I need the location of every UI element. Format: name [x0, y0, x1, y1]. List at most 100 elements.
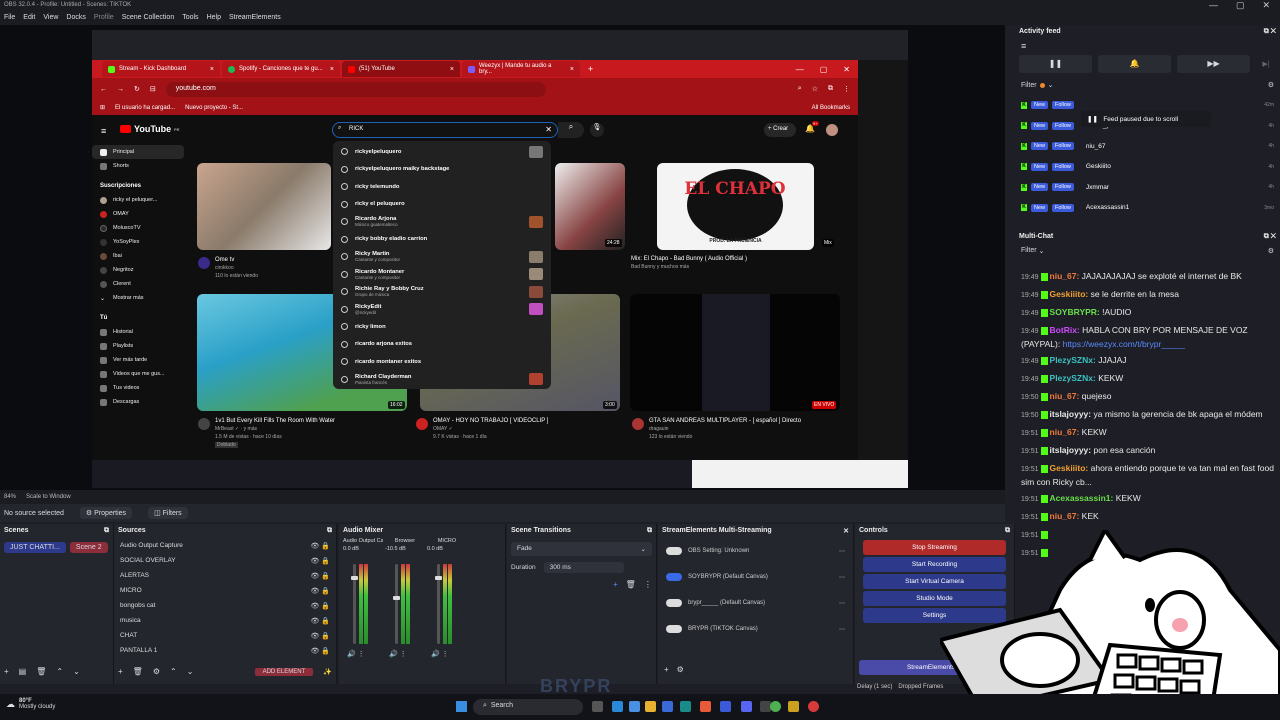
video-channel[interactable]: OMAY ✓: [433, 426, 613, 432]
magic-icon[interactable]: ✨: [323, 668, 332, 676]
suggestion-item[interactable]: ricky telemundo: [333, 178, 551, 196]
activity-item[interactable]: K New Follow Acexassassin1 3mo: [1015, 198, 1280, 219]
chat-username[interactable]: Geskiiito:: [1050, 463, 1089, 473]
source-item[interactable]: musica 👁 🔒: [114, 613, 336, 628]
clear-search-icon[interactable]: ✕: [545, 125, 552, 134]
multistream-target[interactable]: brypr_____ (Default Canvas) ⋯: [658, 590, 853, 616]
reload-icon[interactable]: ↻: [134, 85, 140, 93]
gear-icon[interactable]: ⚙: [1268, 247, 1274, 255]
close-icon[interactable]: ×: [570, 66, 574, 73]
chat-username[interactable]: PlezySZNx:: [1050, 373, 1096, 383]
bookmark-2[interactable]: Nuevo proyecto - St...: [185, 105, 243, 111]
eye-icon[interactable]: 👁 🔒: [310, 542, 330, 550]
gear-icon[interactable]: ⚙: [1268, 81, 1274, 89]
toggle-switch[interactable]: [666, 547, 682, 555]
channel-avatar[interactable]: [198, 418, 210, 430]
suggestion-item[interactable]: rickyelpeluquero: [333, 143, 551, 161]
menu-file[interactable]: File: [4, 13, 15, 24]
dock-menu-icon[interactable]: ⧉: [104, 527, 109, 535]
fader-knob[interactable]: [393, 596, 400, 600]
tab-kick-dashboard[interactable]: Stream - Kick Dashboard ×: [102, 61, 220, 77]
chat-username[interactable]: PlezySZNx:: [1050, 355, 1096, 365]
skip-end-icon[interactable]: ▶|: [1256, 55, 1276, 73]
address-bar[interactable]: youtube.com: [165, 81, 546, 97]
close-button[interactable]: ✕: [1262, 0, 1270, 11]
app-icon[interactable]: [629, 701, 640, 712]
transition-select[interactable]: Fade ⌄: [511, 542, 652, 556]
eye-icon[interactable]: 👁 🔒: [310, 587, 330, 595]
suggestion-item[interactable]: ricky limon: [333, 318, 551, 336]
video-title[interactable]: GTA SAN ANDREAS MULTIPLAYER - [ español …: [649, 418, 801, 424]
list-icon[interactable]: ▤: [19, 667, 27, 676]
all-bookmarks[interactable]: All Bookmarks: [812, 105, 850, 111]
chat-username[interactable]: itslajoyyy:: [1050, 409, 1092, 419]
windows-start-icon[interactable]: [456, 701, 467, 712]
eye-icon[interactable]: 👁 🔒: [310, 647, 330, 655]
suggestion-item[interactable]: rickyelpeluquero maiky backstage: [333, 161, 551, 179]
activity-item[interactable]: K New Follow niu_67 4h: [1015, 136, 1280, 157]
up-icon[interactable]: ⌃: [56, 667, 63, 676]
tab-youtube[interactable]: (51) YouTube ×: [342, 61, 460, 77]
apps-icon[interactable]: ⊞: [100, 104, 105, 111]
add-icon[interactable]: +: [4, 667, 9, 676]
suggestion-item[interactable]: Ricky Martin Cantante y compositor: [333, 248, 551, 266]
trash-icon[interactable]: 🗑: [626, 580, 636, 589]
suggestion-item[interactable]: Ricardo Arjona Músico guatemalteco: [333, 213, 551, 231]
trash-icon[interactable]: 🗑: [133, 667, 143, 676]
suggestion-item[interactable]: ricky el peluquero: [333, 196, 551, 214]
menu-icon[interactable]: ⋮: [843, 85, 850, 93]
site-info-icon[interactable]: ⊟: [150, 85, 156, 93]
channel-avatar[interactable]: [198, 257, 210, 269]
sidebar-item-principal[interactable]: Principal: [92, 145, 184, 159]
sidebar-item-playlists[interactable]: Playlists: [92, 339, 184, 353]
menu-docks[interactable]: Docks: [66, 13, 85, 24]
app-icon[interactable]: [680, 701, 691, 712]
activity-item[interactable]: K New Follow Jxmmar 4h: [1015, 177, 1280, 198]
source-item[interactable]: bongobs cat 👁 🔒: [114, 598, 336, 613]
maximize-button[interactable]: ▢: [1236, 0, 1245, 11]
toggle-switch[interactable]: [666, 599, 682, 607]
chat-username[interactable]: SOYBRYPR:: [1050, 307, 1100, 317]
star-icon[interactable]: ☆: [812, 85, 818, 93]
create-button[interactable]: + Crear: [764, 123, 796, 137]
more-icon[interactable]: ⋯: [839, 548, 845, 555]
speaker-icon[interactable]: 🔊 ⋮: [431, 650, 449, 658]
edge-icon[interactable]: [612, 701, 623, 712]
sidebar-item-sub[interactable]: Clerent: [92, 277, 184, 291]
sidebar-item-sub[interactable]: OMAY: [92, 207, 184, 221]
channel-avatar[interactable]: [632, 418, 644, 430]
chat-username[interactable]: Acexassassin1:: [1050, 493, 1114, 503]
tab-weezyx[interactable]: Weezyx | Mande tu audio a bry... ×: [462, 61, 580, 77]
app-icon[interactable]: [700, 701, 711, 712]
video-thumbnail[interactable]: [630, 294, 840, 411]
source-item[interactable]: CHAT 👁 🔒: [114, 628, 336, 643]
avatar[interactable]: [826, 124, 838, 136]
minimize-button[interactable]: —: [1209, 0, 1218, 11]
suggestion-item[interactable]: ricardo montaner exitos: [333, 353, 551, 371]
video-channel[interactable]: cirokkoo: [215, 265, 258, 271]
sidebar-item-sub[interactable]: Negritoz: [92, 263, 184, 277]
eye-icon[interactable]: 👁 🔒: [310, 572, 330, 580]
eye-icon[interactable]: 👁 🔒: [310, 632, 330, 640]
back-icon[interactable]: ←: [100, 86, 107, 93]
multistream-target[interactable]: OBS Setting: Unknown ⋯: [658, 538, 853, 564]
video-title[interactable]: 1v1 But Every Kill Fills The Room With W…: [215, 418, 335, 424]
zoom-icon[interactable]: ⌕: [798, 85, 802, 93]
menu-tools[interactable]: Tools: [182, 13, 198, 24]
chrome-maximize-button[interactable]: ▢: [820, 65, 828, 74]
sidebar-item-watch-later[interactable]: Ver más tarde: [92, 353, 184, 367]
menu-scene-collection[interactable]: Scene Collection: [122, 13, 175, 24]
properties-button[interactable]: ⚙ Properties: [79, 507, 133, 519]
add-icon[interactable]: +: [118, 667, 123, 676]
hamburger-icon[interactable]: ≡: [101, 126, 106, 136]
tab-spotify[interactable]: Spotify - Canciones que te gu... ×: [222, 61, 340, 77]
toggle-switch[interactable]: [666, 573, 682, 581]
video-thumbnail[interactable]: [555, 163, 625, 250]
close-icon[interactable]: ×: [330, 66, 334, 73]
menu-help[interactable]: Help: [207, 13, 221, 24]
activity-filter[interactable]: Filter ⌄ ⚙: [1015, 75, 1280, 95]
sidebar-item-liked[interactable]: Videos que me gus...: [92, 367, 184, 381]
menu-streamelements[interactable]: StreamElements: [229, 13, 281, 24]
video-title[interactable]: Mix: El Chapo - Bad Bunny ( Audio Offici…: [631, 256, 747, 262]
app-icon[interactable]: [662, 701, 673, 712]
